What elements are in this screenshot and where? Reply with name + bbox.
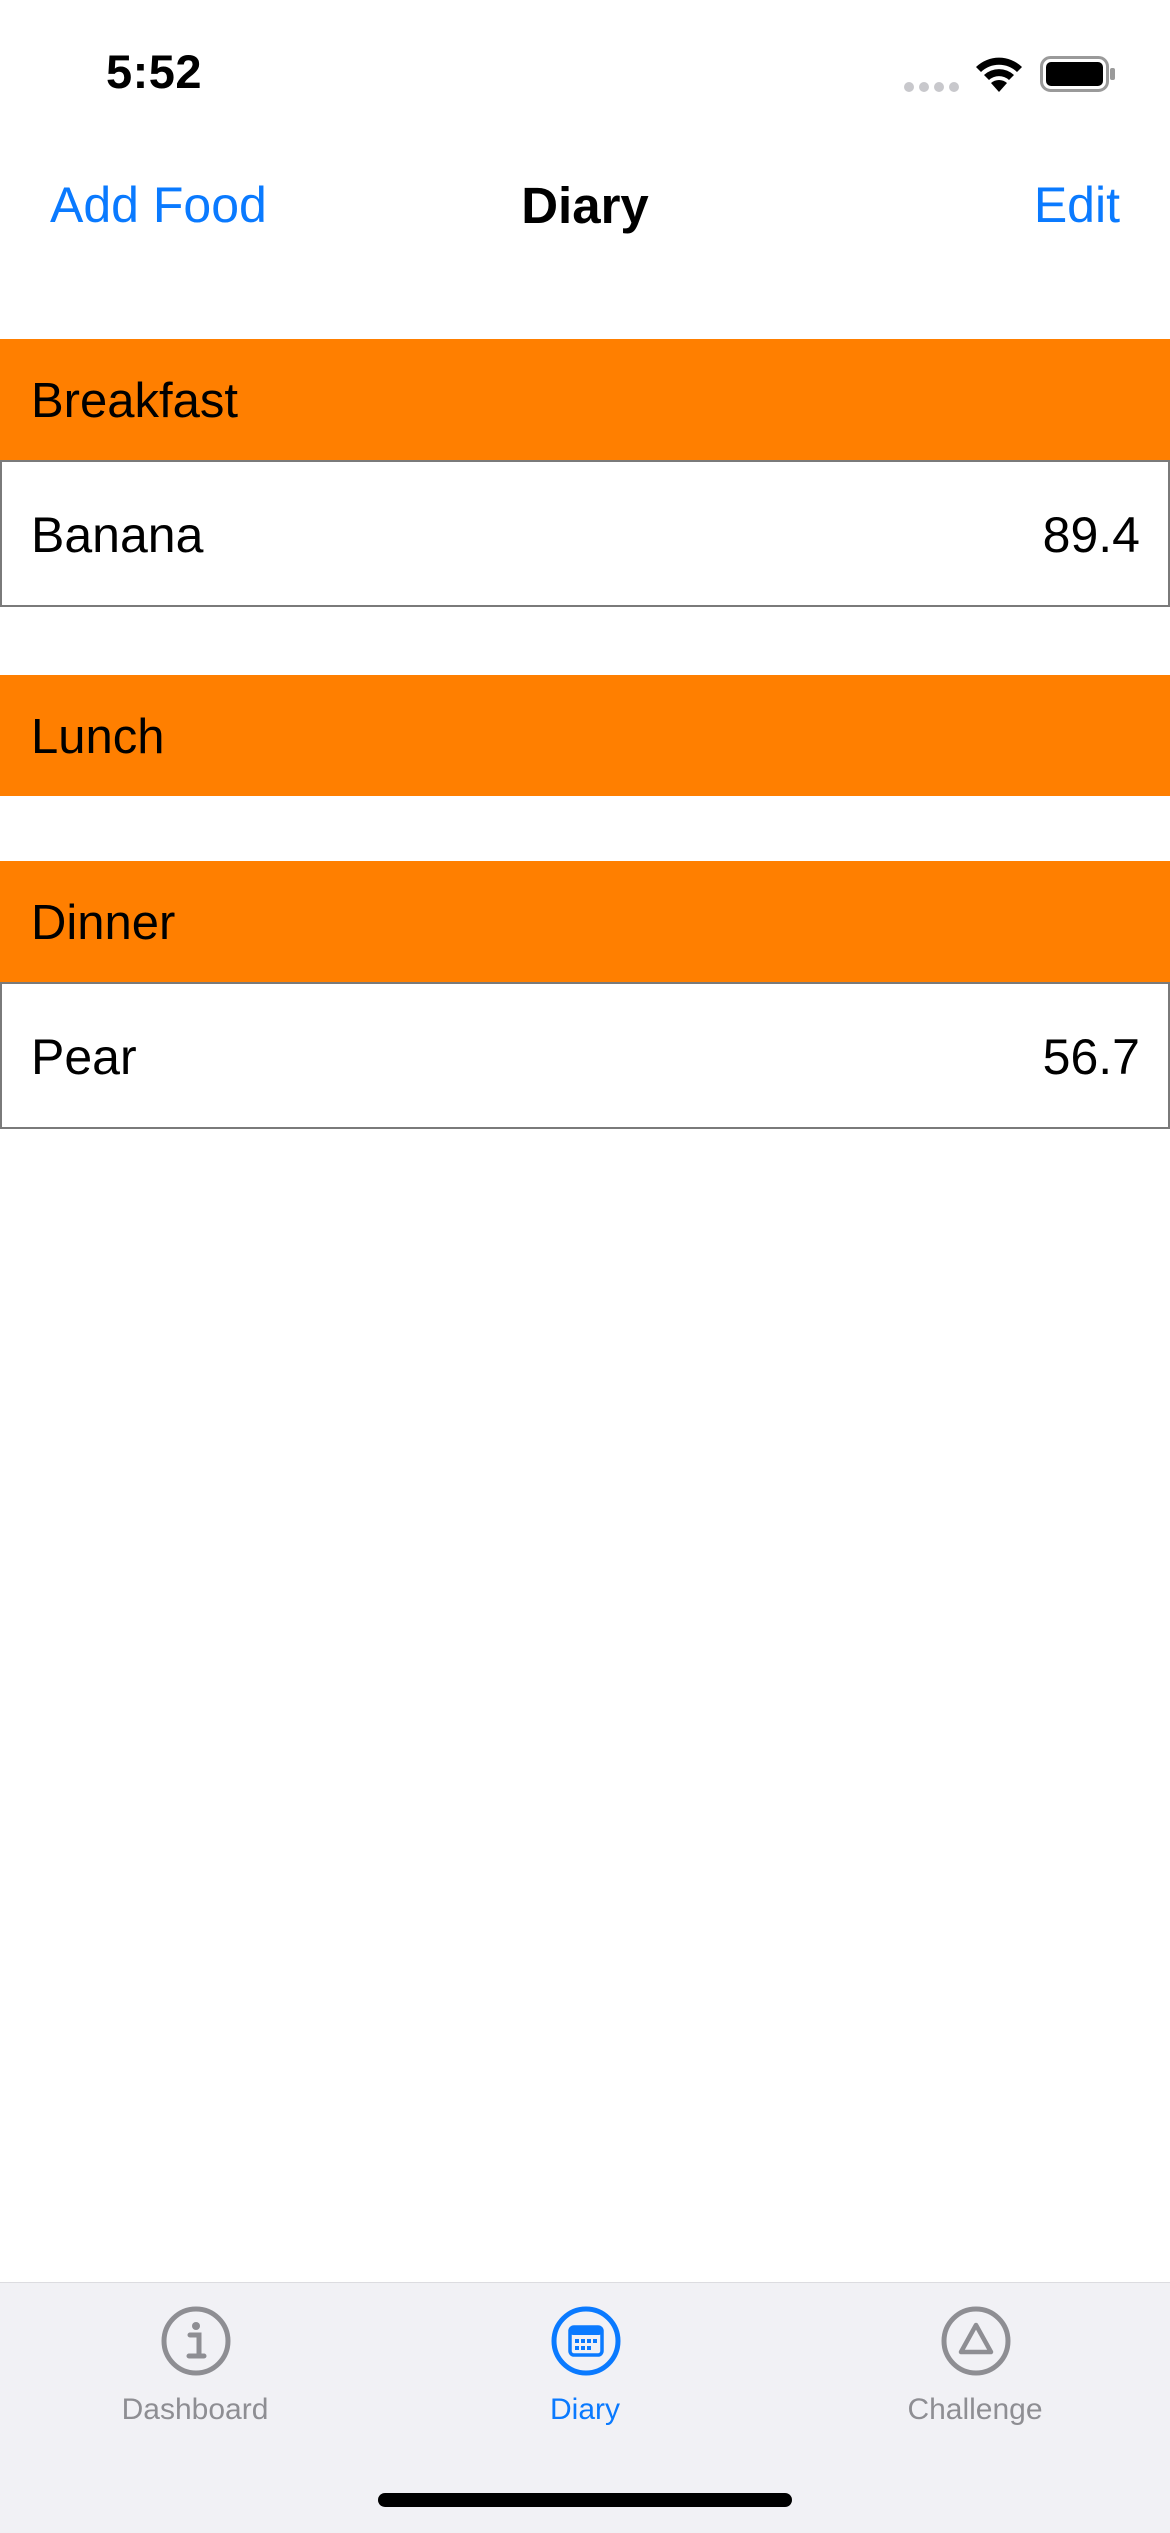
calendar-icon xyxy=(551,2306,621,2376)
tab-label: Challenge xyxy=(907,2393,1043,2426)
section-title: Lunch xyxy=(31,710,165,764)
tab-diary[interactable]: Diary xyxy=(390,2283,780,2443)
tab-challenge[interactable]: Challenge xyxy=(780,2283,1170,2443)
food-calories: 89.4 xyxy=(1042,507,1140,563)
edit-button[interactable]: Edit xyxy=(1034,176,1120,234)
tab-label: Dashboard xyxy=(121,2393,269,2426)
triangle-icon xyxy=(941,2306,1011,2376)
section-header-dinner: Dinner xyxy=(0,861,1170,982)
food-name: Banana xyxy=(31,507,204,563)
cellular-signal-icon xyxy=(904,82,959,92)
status-time: 5:52 xyxy=(106,45,203,98)
tab-label: Diary xyxy=(549,2393,620,2426)
food-name: Pear xyxy=(31,1029,137,1085)
food-calories: 56.7 xyxy=(1042,1029,1140,1085)
section-header-breakfast: Breakfast xyxy=(0,339,1170,460)
tab-dashboard[interactable]: Dashboard xyxy=(0,2283,390,2443)
status-bar: 5:52 xyxy=(0,0,1170,140)
section-title: Dinner xyxy=(31,896,176,950)
food-row-banana[interactable]: Banana 89.4 xyxy=(0,460,1170,607)
wifi-icon xyxy=(976,57,1022,92)
navigation-bar: Add Food Diary Edit xyxy=(0,150,1170,260)
home-indicator[interactable] xyxy=(378,2493,792,2507)
add-food-button[interactable]: Add Food xyxy=(50,176,267,234)
battery-icon xyxy=(1040,56,1115,92)
info-icon xyxy=(161,2306,231,2376)
food-row-pear[interactable]: Pear 56.7 xyxy=(0,982,1170,1129)
section-title: Breakfast xyxy=(31,374,238,428)
tab-bar: Dashboard Diary Challenge xyxy=(0,2282,1170,2533)
section-header-lunch: Lunch xyxy=(0,675,1170,796)
